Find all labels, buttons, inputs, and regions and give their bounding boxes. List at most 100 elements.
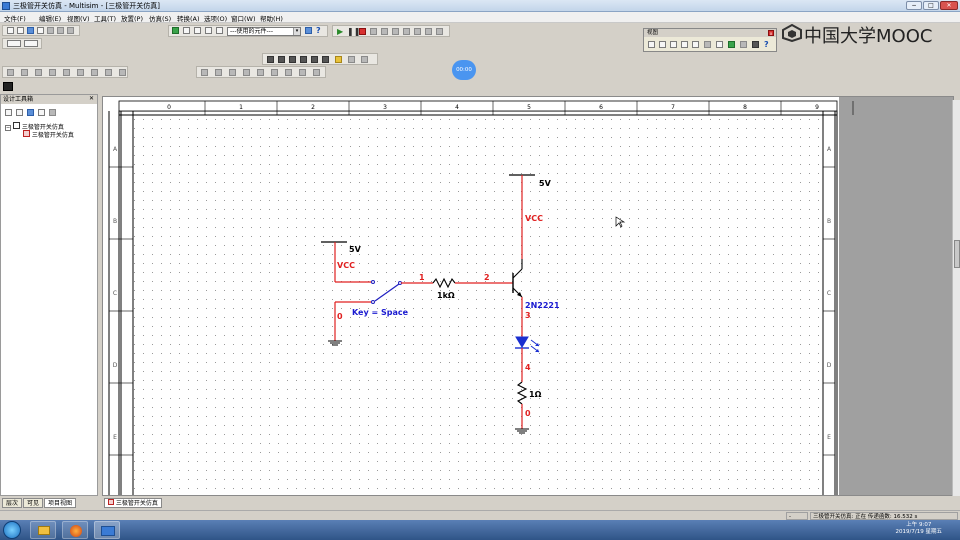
copy-icon[interactable]	[57, 27, 64, 34]
text-icon[interactable]	[201, 69, 208, 76]
in-use-components-dropdown[interactable]: ---使用的元件--- ▾	[227, 27, 301, 36]
print-icon[interactable]	[37, 27, 44, 34]
collapse-icon[interactable]: −	[5, 125, 11, 131]
open-folder-icon[interactable]	[17, 27, 24, 34]
toggle-breakpoint-icon[interactable]	[414, 28, 421, 35]
analysis-icon[interactable]	[300, 56, 307, 63]
line-icon[interactable]	[215, 69, 222, 76]
menu-transfer[interactable]: 转换(A)	[177, 13, 200, 23]
close-button[interactable]: ✕	[940, 1, 958, 10]
help-icon[interactable]: ?	[316, 27, 323, 35]
overview-new-icon[interactable]	[648, 41, 655, 48]
ttl-icon[interactable]	[77, 69, 84, 76]
mixed-icon[interactable]	[119, 69, 126, 76]
database-icon[interactable]	[322, 56, 329, 63]
overview-zoom-out-icon[interactable]	[670, 41, 677, 48]
menu-tools[interactable]: 工具(T)	[94, 13, 116, 23]
taskbar-multisim[interactable]	[94, 521, 120, 539]
arc-icon[interactable]	[271, 69, 278, 76]
instrument-icon[interactable]	[3, 82, 13, 91]
pause-toggle-icon[interactable]	[24, 40, 38, 47]
analog-icon[interactable]	[63, 69, 70, 76]
taskbar-firefox[interactable]	[62, 521, 88, 539]
tab-project-view[interactable]: 项目视图	[44, 498, 77, 508]
maximize-button[interactable]: □	[923, 1, 939, 10]
minimize-button[interactable]: −	[906, 1, 922, 10]
vertical-scrollbar[interactable]	[952, 100, 960, 496]
picture-icon[interactable]	[313, 69, 320, 76]
spreadsheet-icon[interactable]	[311, 56, 318, 63]
menu-file[interactable]: 文件(F)	[4, 13, 26, 23]
probe-settings-2-icon[interactable]	[361, 56, 368, 63]
fullscreen-icon[interactable]	[172, 27, 179, 34]
design-properties-icon[interactable]	[49, 109, 56, 116]
menu-window[interactable]: 窗口(W)	[231, 13, 256, 23]
cut-icon[interactable]	[47, 27, 54, 34]
open-design-icon[interactable]	[16, 109, 23, 116]
new-file-icon[interactable]	[7, 27, 14, 34]
rectangle-icon[interactable]	[243, 69, 250, 76]
polygon-icon[interactable]	[285, 69, 292, 76]
zoom-out-icon[interactable]	[194, 27, 201, 34]
menu-simulate[interactable]: 仿真(S)	[149, 13, 171, 23]
measure-icon[interactable]	[278, 56, 285, 63]
menu-place[interactable]: 放置(P)	[121, 13, 143, 23]
grapher-icon[interactable]	[289, 56, 296, 63]
taskbar-explorer[interactable]	[30, 521, 56, 539]
comment-icon[interactable]	[299, 69, 306, 76]
run-simulation-icon[interactable]: ▶	[337, 27, 343, 36]
menu-help[interactable]: 帮助(H)	[260, 13, 283, 23]
zoom-area-icon[interactable]	[205, 27, 212, 34]
overview-rect-icon[interactable]	[716, 41, 723, 48]
new-design-icon[interactable]	[5, 109, 12, 116]
overview-help-icon[interactable]: ?	[764, 41, 771, 49]
overview-wire-icon[interactable]	[704, 41, 711, 48]
polyline-icon[interactable]	[229, 69, 236, 76]
postprocessor-icon[interactable]	[305, 27, 312, 34]
probe-color-icon[interactable]	[335, 56, 342, 63]
menu-options[interactable]: 选项(O)	[204, 13, 227, 23]
remove-breakpoints-icon[interactable]	[425, 28, 432, 35]
overview-zoom-fit-icon[interactable]	[692, 41, 699, 48]
probe-icon[interactable]	[267, 56, 274, 63]
start-button[interactable]	[3, 521, 21, 539]
system-clock[interactable]: 上午 9:07 2019/7/19 星期五	[896, 522, 942, 536]
step-into-icon[interactable]	[392, 28, 399, 35]
overview-grid-icon[interactable]	[728, 41, 735, 48]
design-toolbox-close-icon[interactable]: ✕	[89, 95, 94, 102]
zoom-fit-icon[interactable]	[216, 27, 223, 34]
zoom-in-icon[interactable]	[183, 27, 190, 34]
tab-schematic-sheet[interactable]: 三极管开关仿真	[104, 498, 162, 508]
close-design-icon[interactable]	[38, 109, 45, 116]
debug-options-icon[interactable]	[436, 28, 443, 35]
schematic-canvas[interactable]: 0123456789 AABBCCDDEE 5V VCC 5V VCC 1 Ke…	[102, 96, 954, 496]
transistor-icon[interactable]	[49, 69, 56, 76]
step-icon[interactable]	[370, 28, 377, 35]
tab-visibility[interactable]: 可见	[23, 498, 44, 508]
stop-simulation-icon[interactable]	[359, 28, 366, 35]
overview-print-icon[interactable]	[740, 41, 747, 48]
play-toggle-icon[interactable]	[7, 40, 21, 47]
scrollbar-thumb[interactable]	[954, 240, 960, 268]
overview-zoom-in-icon[interactable]	[659, 41, 666, 48]
ellipse-icon[interactable]	[257, 69, 264, 76]
diode-icon[interactable]	[35, 69, 42, 76]
step-over-icon[interactable]	[381, 28, 388, 35]
cmos-icon[interactable]	[91, 69, 98, 76]
save-icon[interactable]	[27, 27, 34, 34]
breakpoint-icon[interactable]	[403, 28, 410, 35]
save-design-icon[interactable]	[27, 109, 34, 116]
tree-item-child[interactable]: 三极管开关仿真	[23, 130, 74, 139]
misc-digital-icon[interactable]	[105, 69, 112, 76]
overview-export-icon[interactable]	[752, 41, 759, 48]
source-icon[interactable]	[7, 69, 14, 76]
basic-icon[interactable]	[21, 69, 28, 76]
menu-edit[interactable]: 编辑(E)	[39, 13, 61, 23]
tab-hierarchy[interactable]: 层次	[2, 498, 23, 508]
probe-settings-icon[interactable]	[348, 56, 355, 63]
paste-icon[interactable]	[67, 27, 74, 34]
overview-close-icon[interactable]: x	[768, 30, 774, 36]
schematic-sheet[interactable]: 0123456789 A AB BC CD DE E 5V VCC 5V VCC 1 Ke…	[103, 97, 954, 496]
menu-view[interactable]: 视图(V)	[67, 13, 90, 23]
overview-zoom-area-icon[interactable]	[681, 41, 688, 48]
